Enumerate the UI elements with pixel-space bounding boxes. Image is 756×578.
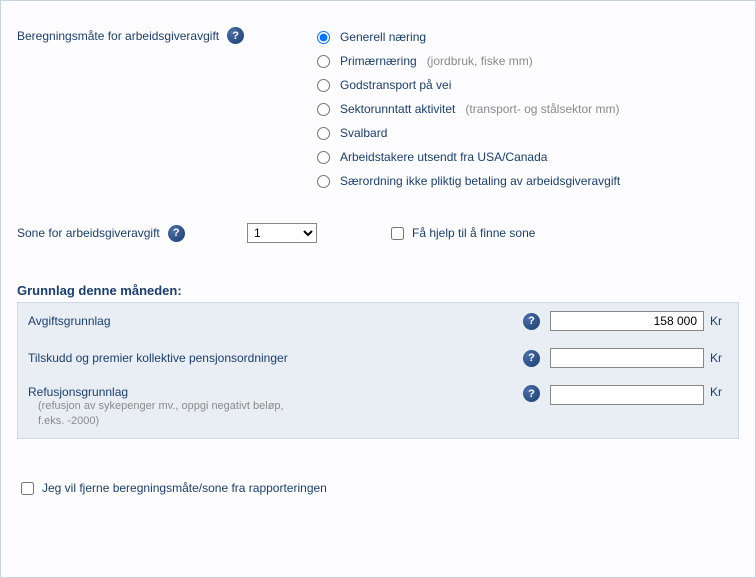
- calculation-method-row: Beregningsmåte for arbeidsgiveravgift ? …: [17, 19, 739, 193]
- form-panel: Beregningsmåte for arbeidsgiveravgift ? …: [0, 0, 756, 578]
- radio-row: Generell næring: [317, 25, 739, 49]
- zone-select-wrap: 1: [247, 223, 317, 243]
- grunnlag-row: Refusjonsgrunnlag (refusjon av sykepenge…: [18, 376, 738, 438]
- radio-row: Særordning ikke pliktig betaling av arbe…: [317, 169, 739, 193]
- help-icon[interactable]: ?: [227, 27, 244, 44]
- radio-primaer[interactable]: [317, 55, 330, 68]
- calculation-method-radio-group: Generell næring Primærnæring (jordbruk, …: [317, 19, 739, 193]
- radio-label: Generell næring: [340, 30, 426, 44]
- remove-row: Jeg vil fjerne beregningsmåte/sone fra r…: [17, 479, 739, 498]
- radio-label: Godstransport på vei: [340, 78, 451, 92]
- radio-row: Primærnæring (jordbruk, fiske mm): [317, 49, 739, 73]
- radio-row: Sektorunntatt aktivitet (transport- og s…: [317, 97, 739, 121]
- grunnlag-label: Avgiftsgrunnlag: [28, 314, 513, 328]
- zone-label-wrap: Sone for arbeidsgiveravgift ?: [17, 225, 237, 242]
- grunnlag-sublabel: (refusjon av sykepenger mv., oppgi negat…: [28, 399, 298, 430]
- grunnlag-title: Grunnlag denne måneden:: [17, 283, 739, 298]
- radio-sektorunntatt[interactable]: [317, 103, 330, 116]
- radio-generell[interactable]: [317, 31, 330, 44]
- currency-suffix: Kr: [710, 351, 728, 365]
- grunnlag-row: Tilskudd og premier kollektive pensjonso…: [18, 339, 738, 376]
- help-icon[interactable]: ?: [523, 313, 540, 330]
- radio-saerordning[interactable]: [317, 175, 330, 188]
- grunnlag-box: Avgiftsgrunnlag ? Kr Tilskudd og premier…: [17, 302, 739, 439]
- remove-checkbox[interactable]: [21, 482, 34, 495]
- calculation-method-label-wrap: Beregningsmåte for arbeidsgiveravgift ?: [17, 19, 317, 44]
- radio-row: Svalbard: [317, 121, 739, 145]
- zone-help-checkbox[interactable]: [391, 227, 404, 240]
- grunnlag-label-wrap: Refusjonsgrunnlag (refusjon av sykepenge…: [28, 385, 513, 430]
- zone-select[interactable]: 1: [247, 223, 317, 243]
- zone-help-checkbox-wrap: Få hjelp til å finne sone: [387, 224, 535, 243]
- grunnlag-row: Avgiftsgrunnlag ? Kr: [18, 303, 738, 339]
- radio-hint: (transport- og stålsektor mm): [465, 102, 619, 116]
- avgiftsgrunnlag-input[interactable]: [550, 311, 704, 331]
- radio-svalbard[interactable]: [317, 127, 330, 140]
- grunnlag-label: Tilskudd og premier kollektive pensjonso…: [28, 351, 513, 365]
- radio-row: Arbeidstakere utsendt fra USA/Canada: [317, 145, 739, 169]
- radio-hint: (jordbruk, fiske mm): [427, 54, 533, 68]
- radio-row: Godstransport på vei: [317, 73, 739, 97]
- radio-label: Primærnæring: [340, 54, 417, 68]
- currency-suffix: Kr: [710, 385, 728, 399]
- grunnlag-label: Refusjonsgrunnlag: [28, 385, 513, 399]
- help-icon[interactable]: ?: [523, 350, 540, 367]
- zone-help-label: Få hjelp til å finne sone: [412, 226, 535, 240]
- radio-label: Særordning ikke pliktig betaling av arbe…: [340, 174, 620, 188]
- tilskudd-input[interactable]: [550, 348, 704, 368]
- help-icon[interactable]: ?: [523, 385, 540, 402]
- currency-suffix: Kr: [710, 314, 728, 328]
- radio-label: Svalbard: [340, 126, 387, 140]
- help-icon[interactable]: ?: [168, 225, 185, 242]
- radio-label: Arbeidstakere utsendt fra USA/Canada: [340, 150, 547, 164]
- radio-usa-canada[interactable]: [317, 151, 330, 164]
- refusjon-input[interactable]: [550, 385, 704, 405]
- zone-label: Sone for arbeidsgiveravgift: [17, 226, 160, 240]
- calculation-method-label: Beregningsmåte for arbeidsgiveravgift: [17, 29, 219, 43]
- radio-label: Sektorunntatt aktivitet: [340, 102, 455, 116]
- remove-label: Jeg vil fjerne beregningsmåte/sone fra r…: [42, 481, 327, 495]
- zone-row: Sone for arbeidsgiveravgift ? 1 Få hjelp…: [17, 223, 739, 243]
- radio-godstransport[interactable]: [317, 79, 330, 92]
